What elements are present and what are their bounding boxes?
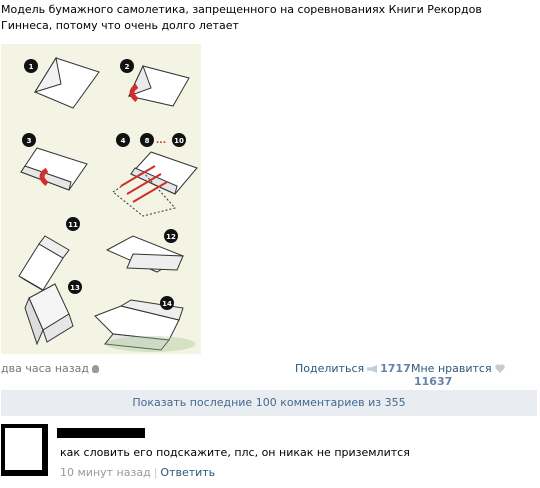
megaphone-icon	[367, 365, 378, 373]
step-label: 14	[162, 300, 172, 308]
reply-link[interactable]: Ответить	[160, 466, 215, 479]
show-more-comments-button[interactable]: Показать последние 100 комментариев из 3…	[1, 390, 537, 416]
comment-meta: 10 минут назад | Ответить	[60, 466, 215, 479]
comment-text: как словить его подскажите, плс, он ника…	[60, 446, 410, 459]
svg-text:...: ...	[156, 136, 166, 146]
step-label: 12	[166, 233, 176, 241]
like-button[interactable]: Мне нравится11637	[411, 362, 537, 388]
step-label: 11	[68, 221, 78, 229]
step-11-diagram	[18, 235, 70, 295]
step-label: 3	[27, 137, 32, 145]
step-label: 2	[125, 63, 130, 71]
step-13-diagram	[24, 283, 74, 346]
avatar[interactable]	[1, 424, 48, 476]
like-count: 11637	[414, 375, 453, 388]
apple-icon	[91, 365, 99, 373]
step-3-diagram	[20, 147, 88, 191]
heart-icon	[494, 364, 505, 373]
avatar-image	[5, 428, 42, 470]
post-time[interactable]: два часа назад	[1, 362, 99, 375]
step-2-diagram	[128, 64, 190, 107]
comment-author-redacted[interactable]	[57, 428, 145, 438]
paper-plane-instructions: 1 2 3 4 8 ... 10 11 12 13 14	[18, 56, 198, 352]
step-label: 1	[29, 63, 34, 71]
step-label: 10	[174, 137, 184, 145]
share-button[interactable]: Поделиться 1717	[295, 362, 411, 375]
share-count: 1717	[380, 362, 411, 375]
post-text: Модель бумажного самолетика, запрещенног…	[1, 3, 482, 32]
comment-time[interactable]: 10 минут назад	[60, 466, 151, 479]
step-label: 8	[145, 137, 150, 145]
post-time-label: два часа назад	[1, 362, 89, 375]
post-meta: два часа назад Поделиться 1717 Мне нравит…	[1, 361, 537, 388]
share-label: Поделиться	[295, 362, 365, 375]
step-label: 13	[70, 284, 80, 292]
comment-separator: |	[153, 466, 158, 479]
step-label: 4	[121, 137, 126, 145]
post-image[interactable]: 1 2 3 4 8 ... 10 11 12 13 14	[1, 44, 201, 354]
step-1-diagram	[33, 56, 100, 109]
like-label: Мне нравится	[411, 362, 492, 375]
